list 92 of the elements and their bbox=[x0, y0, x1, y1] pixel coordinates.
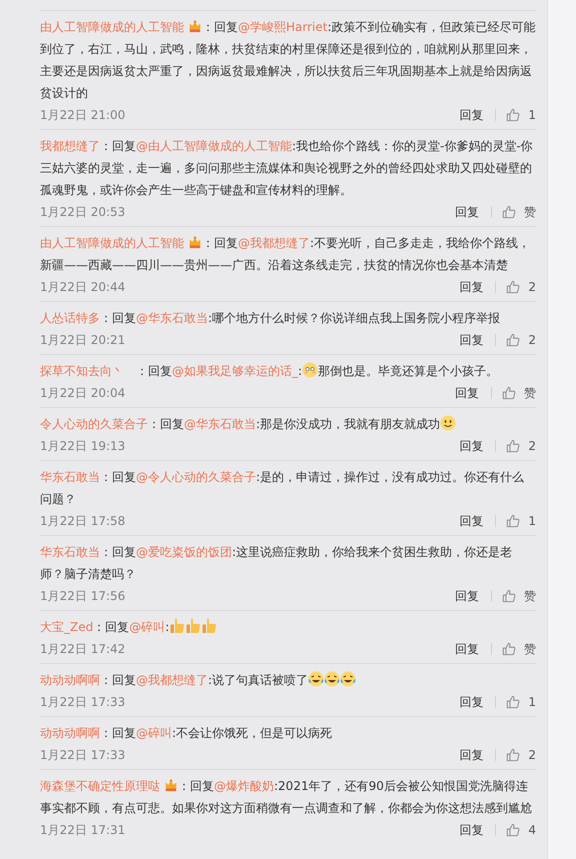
comment-text: 海森堡不确定性原理哒 ：回复@爆炸酸奶:2021年了，还有90后会被公知恨国党洗脑得连事实都不顾，有点可悲。如果你对这方面稍微有一点调查和了解，你都会为你这想法感到尴尬 bbox=[40, 777, 533, 817]
username-link[interactable]: 大宝_Zed bbox=[40, 620, 94, 634]
comment-time: 1月22日 17:33 bbox=[40, 694, 126, 710]
thumbs-up-emoji-icon bbox=[185, 618, 202, 634]
reply-link[interactable]: 回复 bbox=[459, 332, 484, 348]
comment-time: 1月22日 19:13 bbox=[40, 438, 126, 454]
thumbs-up-icon[interactable] bbox=[506, 514, 520, 528]
mention-link[interactable]: @由人工智障做成的人工智能 bbox=[136, 139, 292, 153]
reply-link[interactable]: 回复 bbox=[459, 694, 484, 710]
reply-link[interactable]: 回复 bbox=[459, 278, 484, 296]
comment-text: 由人工智障做成的人工智能 ：回复@我都想缝了:不要光听，自己多走走，我给你个路线，新疆——西藏——四川——贵州——广西。沿着这条线走完，扶贫的情况你也会基本清楚 bbox=[40, 234, 532, 274]
comment-time: 1月22日 20:53 bbox=[40, 204, 126, 220]
like-count: 赞 bbox=[524, 384, 536, 402]
like-count: 2 bbox=[528, 280, 536, 294]
username-link[interactable]: 由人工智障做成的人工智能 bbox=[40, 20, 184, 34]
like-count: 2 bbox=[528, 748, 536, 762]
mention-link[interactable]: @华东石敢当 bbox=[184, 417, 256, 431]
mention-link[interactable]: @学峻熙Harriet bbox=[238, 20, 328, 34]
thumbs-up-icon[interactable] bbox=[506, 333, 520, 347]
thumbs-up-icon[interactable] bbox=[502, 386, 516, 400]
like-count: 1 bbox=[528, 695, 536, 709]
laughing-tears-emoji-icon bbox=[340, 671, 356, 687]
comment-text: 大宝_Zed：回复@碎叫: bbox=[40, 616, 536, 638]
mention-link[interactable]: @如果我足够幸运的话_ bbox=[172, 364, 298, 378]
like-count: 赞 bbox=[524, 588, 536, 604]
laughing-tears-emoji-icon bbox=[324, 671, 340, 687]
username-link[interactable]: 由人工智障做成的人工智能 bbox=[40, 236, 184, 250]
thumbs-up-emoji-icon bbox=[201, 618, 218, 634]
username-link[interactable]: 海森堡不确定性原理哒 bbox=[40, 779, 160, 793]
username-link[interactable]: 我都想缝了 bbox=[40, 139, 100, 153]
reply-link[interactable]: 回复 bbox=[455, 384, 479, 402]
username-link[interactable]: 华东石敢当 bbox=[40, 545, 100, 559]
thumbs-up-icon[interactable] bbox=[506, 108, 520, 122]
blushing-emoji-icon bbox=[302, 362, 318, 378]
reply-link[interactable]: 回复 bbox=[459, 438, 484, 454]
like-count: 赞 bbox=[524, 204, 536, 220]
comment-text: 人怂话特多：回复@华东石敢当:哪个地方什么时候？你说详细点我上国务院小程序举报 bbox=[40, 310, 502, 327]
reply-link[interactable]: 回复 bbox=[459, 746, 484, 764]
comment-text: 华东石敢当：回复@令人心动的久菜合子:是的，申请过，操作过，没有成功过。你还有什么问题？ bbox=[40, 469, 526, 508]
laughing-tears-emoji-icon bbox=[308, 671, 324, 687]
username-link[interactable]: 动动动啊啊 bbox=[40, 726, 100, 740]
mention-link[interactable]: @华东石敢当 bbox=[136, 311, 208, 325]
comment-text: 令人心动的久菜合子：回复@华东石敢当:那是你没成功，我就有朋友就成功 bbox=[40, 413, 536, 435]
comment-text: 动动动啊啊：回复@碎叫:不会让你饿死，但是可以病死 bbox=[40, 725, 334, 742]
username-link[interactable]: 令人心动的久菜合子 bbox=[40, 417, 148, 431]
comment-text: 动动动啊啊：回复@我都想缝了:说了句真话被喷了 bbox=[40, 669, 536, 691]
thumbs-up-icon[interactable] bbox=[502, 642, 516, 656]
comment-time: 1月22日 17:33 bbox=[40, 746, 126, 764]
username-link[interactable]: 探草不知去向丶 bbox=[40, 364, 124, 378]
like-count: 1 bbox=[528, 514, 536, 528]
mention-link[interactable]: @爱吃粢饭的饭团 bbox=[136, 545, 232, 559]
mention-link[interactable]: @爆炸酸奶 bbox=[214, 779, 274, 793]
like-count: 赞 bbox=[524, 640, 536, 658]
reply-link[interactable]: 回复 bbox=[455, 588, 479, 604]
username-link[interactable]: 华东石敢当 bbox=[40, 470, 100, 484]
comment-time: 1月22日 20:04 bbox=[40, 384, 126, 402]
comment-time: 1月22日 17:42 bbox=[40, 640, 126, 658]
reply-link[interactable]: 回复 bbox=[459, 822, 484, 838]
comment-text: 我都想缝了：回复@由人工智障做成的人工智能:我也给你个路线：你的灵堂-你爹妈的灵堂-你三姑六婆的灵堂，走一遍，多问问那些主流媒体和舆论视野之外的曾经四处求助又四处碰壁的孤魂野鬼，或许你会产生一些高于键盘和宣传材料的理解。 bbox=[40, 138, 534, 199]
like-count: 2 bbox=[528, 439, 536, 453]
comment-time: 1月22日 17:56 bbox=[40, 588, 126, 604]
comment-time: 1月22日 20:44 bbox=[40, 278, 126, 296]
comment-time: 1月22日 17:58 bbox=[40, 512, 126, 530]
comment-text: 由人工智障做成的人工智能 ：回复@学峻熙Harriet:政策不到位确实有，但政策已经尽可能到位了，右江，马山，武鸣，隆林，扶贫结束的村里保障还是很到位的，咱就刚从那里回来，主要还是因病返贫太严重了，因病返贫最难解决，所以扶贫后三年巩固期基本上就是给因病返贫设计的 bbox=[40, 18, 536, 102]
mention-link[interactable]: @我都想缝了 bbox=[238, 236, 310, 250]
mention-link[interactable]: @碎叫 bbox=[136, 726, 172, 740]
mention-link[interactable]: @令人心动的久菜合子 bbox=[136, 470, 256, 484]
thumbs-up-icon[interactable] bbox=[506, 823, 520, 837]
thumbs-up-icon[interactable] bbox=[506, 280, 520, 294]
like-count: 2 bbox=[528, 333, 536, 347]
comment-time: 1月22日 21:00 bbox=[40, 106, 126, 124]
comment-time: 1月22日 20:21 bbox=[40, 332, 126, 348]
thumbs-up-icon[interactable] bbox=[506, 439, 520, 453]
reply-link[interactable]: 回复 bbox=[455, 204, 479, 220]
smile-emoji-icon bbox=[440, 415, 456, 431]
mention-link[interactable]: @我都想缝了 bbox=[136, 673, 208, 687]
like-count: 4 bbox=[528, 823, 536, 837]
thumbs-up-icon[interactable] bbox=[506, 695, 520, 709]
thumbs-up-emoji-icon bbox=[169, 618, 186, 634]
comment-text: 华东石敢当：回复@爱吃粢饭的饭团:这里说癌症救助，你给我来个贫困生救助，你还是老师？脑子清楚吗？ bbox=[40, 544, 514, 583]
comment-time: 1月22日 17:31 bbox=[40, 822, 126, 838]
thumbs-up-icon[interactable] bbox=[506, 748, 520, 762]
comment-text: 探草不知去向丶 ：回复@如果我足够幸运的话_: 那倒也是。毕竟还算是个小孩子。 bbox=[40, 361, 500, 380]
thumbs-up-icon[interactable] bbox=[502, 589, 516, 603]
reply-link[interactable]: 回复 bbox=[455, 640, 479, 658]
username-link[interactable]: 人怂话特多 bbox=[40, 311, 100, 325]
mention-link[interactable]: @碎叫 bbox=[129, 620, 166, 634]
thumbs-up-icon[interactable] bbox=[502, 205, 516, 219]
like-count: 1 bbox=[528, 108, 536, 122]
reply-link[interactable]: 回复 bbox=[459, 512, 484, 530]
reply-link[interactable]: 回复 bbox=[459, 106, 484, 124]
username-link[interactable]: 动动动啊啊 bbox=[40, 673, 100, 687]
